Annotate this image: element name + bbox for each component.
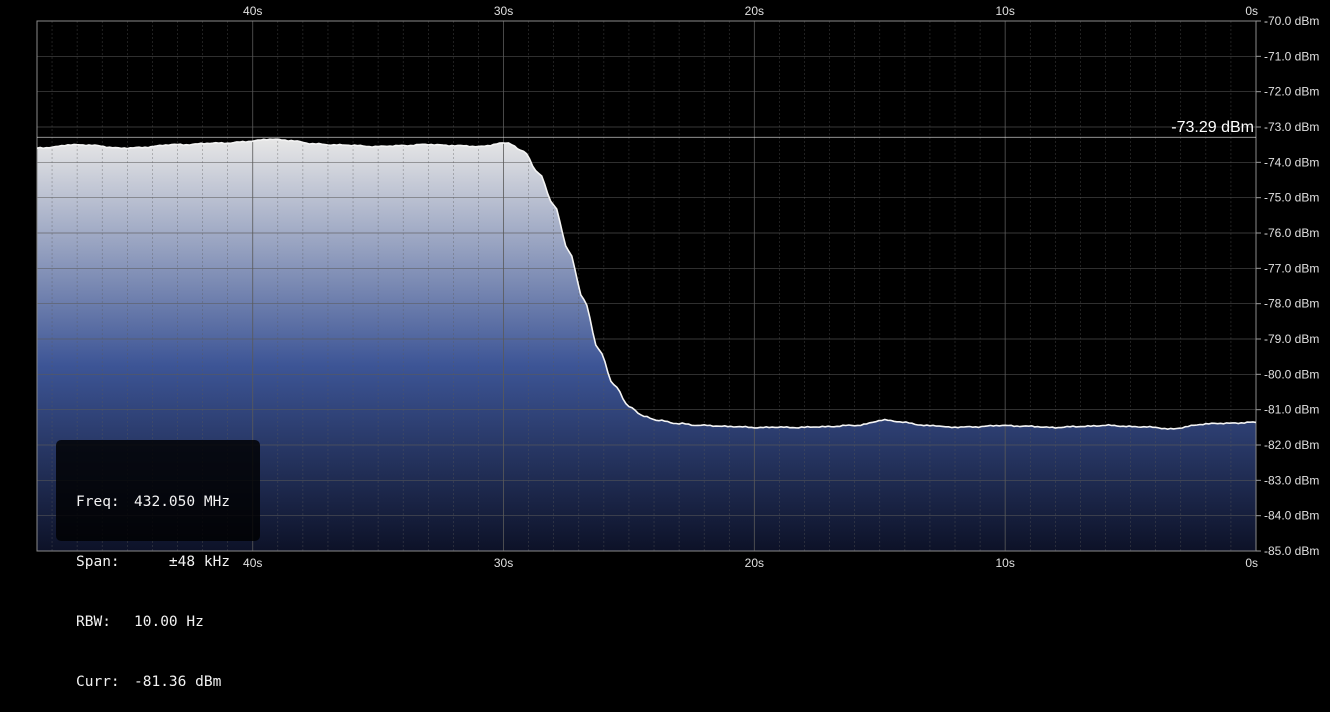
y-tick-label: -84.0 dBm [1264, 509, 1319, 523]
y-tick-label: -73.0 dBm [1264, 120, 1319, 134]
freq-value: 432.050 MHz [134, 494, 231, 510]
span-label: Span: [76, 554, 120, 570]
x-tick-label-top: 0s [1245, 4, 1258, 18]
span-row: Span: ±48 kHz [76, 552, 260, 572]
y-tick-label: -85.0 dBm [1264, 544, 1319, 558]
y-tick-label: -81.0 dBm [1264, 403, 1319, 417]
freq-row: Freq: 432.050 MHz [76, 492, 260, 512]
x-tick-label-bottom: 20s [745, 556, 764, 570]
y-tick-label: -83.0 dBm [1264, 473, 1319, 487]
y-tick-label: -80.0 dBm [1264, 367, 1319, 381]
y-tick-label: -78.0 dBm [1264, 297, 1319, 311]
y-tick-label: -77.0 dBm [1264, 261, 1319, 275]
x-tick-label-top: 40s [243, 4, 262, 18]
curr-label: Curr: [76, 674, 120, 690]
y-tick-label: -76.0 dBm [1264, 226, 1319, 240]
y-tick-label: -82.0 dBm [1264, 438, 1319, 452]
info-panel: Freq: 432.050 MHz Span: ±48 kHz RBW: 10.00… [56, 440, 260, 690]
y-tick-label: -79.0 dBm [1264, 332, 1319, 346]
span-value: ±48 kHz [134, 554, 231, 570]
marker-label: -73.29 dBm [1171, 119, 1254, 136]
y-tick-label: -75.0 dBm [1264, 191, 1319, 205]
rbw-row: RBW: 10.00 Hz [76, 612, 260, 632]
curr-value: -81.36 dBm [134, 674, 222, 690]
x-tick-label-top: 20s [745, 4, 764, 18]
y-tick-label: -70.0 dBm [1264, 14, 1319, 28]
freq-label: Freq: [76, 494, 120, 510]
y-tick-label: -71.0 dBm [1264, 49, 1319, 63]
x-tick-label-bottom: 10s [995, 556, 1014, 570]
x-tick-label-bottom: 0s [1245, 556, 1258, 570]
rbw-value: 10.00 Hz [134, 614, 204, 630]
curr-row: Curr: -81.36 dBm [76, 672, 260, 692]
rbw-label: RBW: [76, 614, 111, 630]
y-tick-label: -74.0 dBm [1264, 155, 1319, 169]
x-tick-label-top: 10s [995, 4, 1014, 18]
x-tick-label-bottom: 30s [494, 556, 513, 570]
x-tick-label-top: 30s [494, 4, 513, 18]
y-tick-label: -72.0 dBm [1264, 85, 1319, 99]
